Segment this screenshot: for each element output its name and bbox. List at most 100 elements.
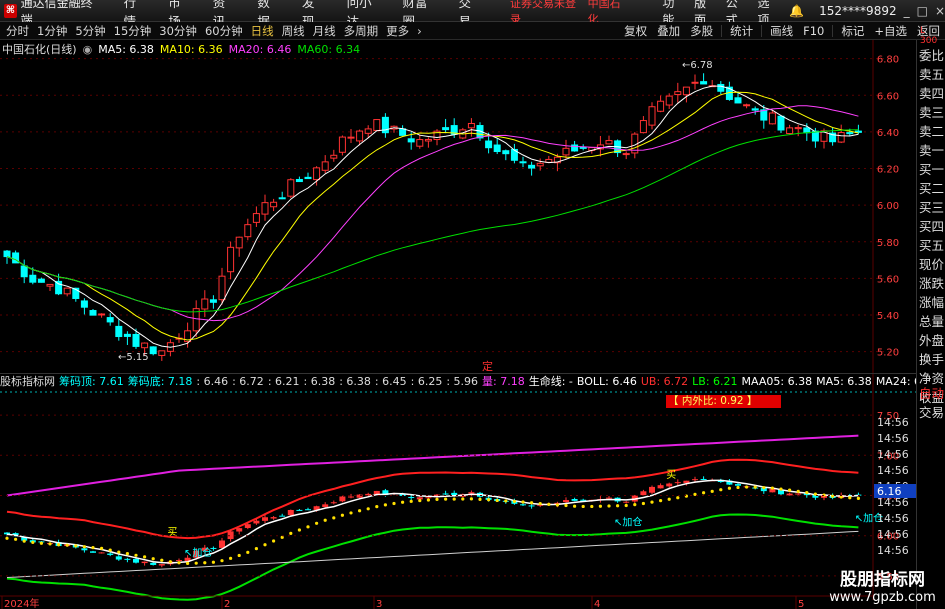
- tool-add-watchlist[interactable]: +自选: [874, 23, 907, 39]
- candle-body: [193, 550, 200, 558]
- sidebar-item-3[interactable]: 卖三: [919, 103, 945, 122]
- tab-daily[interactable]: 日线: [251, 23, 274, 39]
- candle-body: [184, 330, 192, 343]
- tab-multi-period[interactable]: 多周期: [344, 23, 379, 39]
- candle-body: [735, 484, 741, 486]
- time-tick: 4: [594, 599, 600, 609]
- candle-body: [545, 503, 552, 505]
- candle-body: [236, 528, 243, 532]
- candle-body: [794, 127, 802, 130]
- sidebar-item-9[interactable]: 买四: [919, 217, 945, 236]
- sidebar-item-0[interactable]: 委比: [919, 46, 945, 65]
- trade-button[interactable]: 交易: [919, 403, 945, 422]
- candle-body: [553, 156, 561, 164]
- tool-mark[interactable]: 标记: [841, 23, 864, 39]
- candle-body: [640, 491, 647, 496]
- dot-marker: [676, 496, 680, 500]
- dot-marker: [667, 497, 671, 501]
- dot-marker: [633, 503, 637, 507]
- user-account[interactable]: 152****9892: [819, 4, 896, 18]
- tab-60min[interactable]: 60分钟: [205, 23, 243, 39]
- indicator-item: 筹码顶: 7.61: [59, 375, 124, 388]
- candle-body: [47, 543, 53, 545]
- candle-body: [347, 136, 355, 139]
- tool-draw[interactable]: 画线: [770, 23, 793, 39]
- candle-body: [244, 224, 252, 238]
- tool-multi-stock[interactable]: 多股: [690, 23, 713, 39]
- candle-body: [295, 178, 303, 183]
- candle-body: [571, 144, 579, 152]
- sidebar-item-13[interactable]: 涨幅: [919, 293, 945, 312]
- candle-body: [700, 81, 708, 85]
- candle-body: [399, 128, 407, 136]
- candle-body: [666, 483, 673, 487]
- candle-body: [132, 333, 140, 347]
- bell-icon[interactable]: 🔔: [789, 4, 804, 18]
- dot-marker: [512, 499, 517, 504]
- dot-marker: [392, 501, 396, 506]
- candle-body: [141, 561, 148, 564]
- close-button[interactable]: ×: [935, 4, 945, 18]
- sidebar-item-4[interactable]: 卖二: [919, 122, 945, 141]
- candle-body: [80, 300, 88, 308]
- sidebar-item-14[interactable]: 总量: [919, 312, 945, 331]
- candle-body: [149, 346, 157, 355]
- tab-15min[interactable]: 15分钟: [114, 23, 152, 39]
- sidebar-item-1[interactable]: 卖五: [919, 65, 945, 84]
- tool-f10[interactable]: F10: [803, 24, 824, 38]
- candle-body: [562, 147, 570, 156]
- dot-marker: [134, 553, 138, 557]
- stock-title[interactable]: 中国石化(日线): [2, 41, 77, 57]
- tool-statistics[interactable]: 统计: [730, 23, 753, 39]
- candle-body: [476, 125, 484, 139]
- dot-marker: [547, 502, 551, 506]
- candle-body: [855, 494, 862, 496]
- dot-marker: [289, 531, 293, 535]
- indicator-item[interactable]: 股标指标网: [0, 374, 55, 388]
- settings-icon[interactable]: ◉: [83, 43, 93, 56]
- tab-5min[interactable]: 5分钟: [75, 23, 105, 39]
- time-tag: 14:56: [877, 496, 909, 509]
- candle-body: [442, 127, 450, 131]
- sidebar-item-7[interactable]: 买二: [919, 179, 945, 198]
- candle-body: [416, 497, 423, 500]
- dot-marker: [530, 501, 534, 505]
- watermark-url: www.7gpzb.com: [829, 590, 936, 605]
- sidebar-item-5[interactable]: 卖一: [919, 141, 945, 160]
- divider: [761, 25, 763, 37]
- dot-marker: [822, 493, 826, 497]
- sidebar-item-8[interactable]: 买三: [919, 198, 945, 217]
- dot-marker: [306, 525, 310, 529]
- tab-monthly[interactable]: 月线: [313, 23, 336, 39]
- tab-timeshare[interactable]: 分时: [6, 23, 29, 39]
- candle-body: [571, 499, 578, 501]
- sidebar-item-12[interactable]: 涨跌: [919, 274, 945, 293]
- minimize-button[interactable]: _: [904, 4, 910, 18]
- sidebar-item-15[interactable]: 外盘: [919, 331, 945, 350]
- kline-chart[interactable]: ↖加仓↖加仓 ↖加仓买买 6.806.606.406.206.005.805.60…: [0, 0, 916, 609]
- dot-marker: [366, 507, 370, 511]
- tool-overlay[interactable]: 叠加: [657, 23, 680, 39]
- dot-marker: [315, 521, 319, 525]
- dot-marker: [856, 496, 861, 500]
- dot-marker: [564, 503, 568, 508]
- sidebar-item-16[interactable]: 换手: [919, 350, 945, 369]
- auto-button[interactable]: 自动: [919, 384, 945, 403]
- candle-body: [72, 544, 79, 548]
- tab-30min[interactable]: 30分钟: [159, 23, 197, 39]
- candle-body: [4, 532, 10, 535]
- dot-marker: [57, 543, 61, 547]
- maximize-button[interactable]: □: [917, 4, 928, 18]
- dot-marker: [693, 492, 697, 496]
- tab-weekly[interactable]: 周线: [282, 23, 305, 39]
- sidebar-item-2[interactable]: 卖四: [919, 84, 945, 103]
- sidebar-item-6[interactable]: 买一: [919, 160, 945, 179]
- tab-1min[interactable]: 1分钟: [37, 23, 67, 39]
- dot-marker: [263, 543, 267, 547]
- tool-adjust[interactable]: 复权: [624, 23, 647, 39]
- sidebar-item-11[interactable]: 现价: [919, 255, 945, 274]
- chevron-right-icon[interactable]: ›: [417, 24, 422, 38]
- sidebar-item-10[interactable]: 买五: [919, 236, 945, 255]
- tab-more[interactable]: 更多: [386, 23, 409, 39]
- dot-marker: [745, 485, 749, 489]
